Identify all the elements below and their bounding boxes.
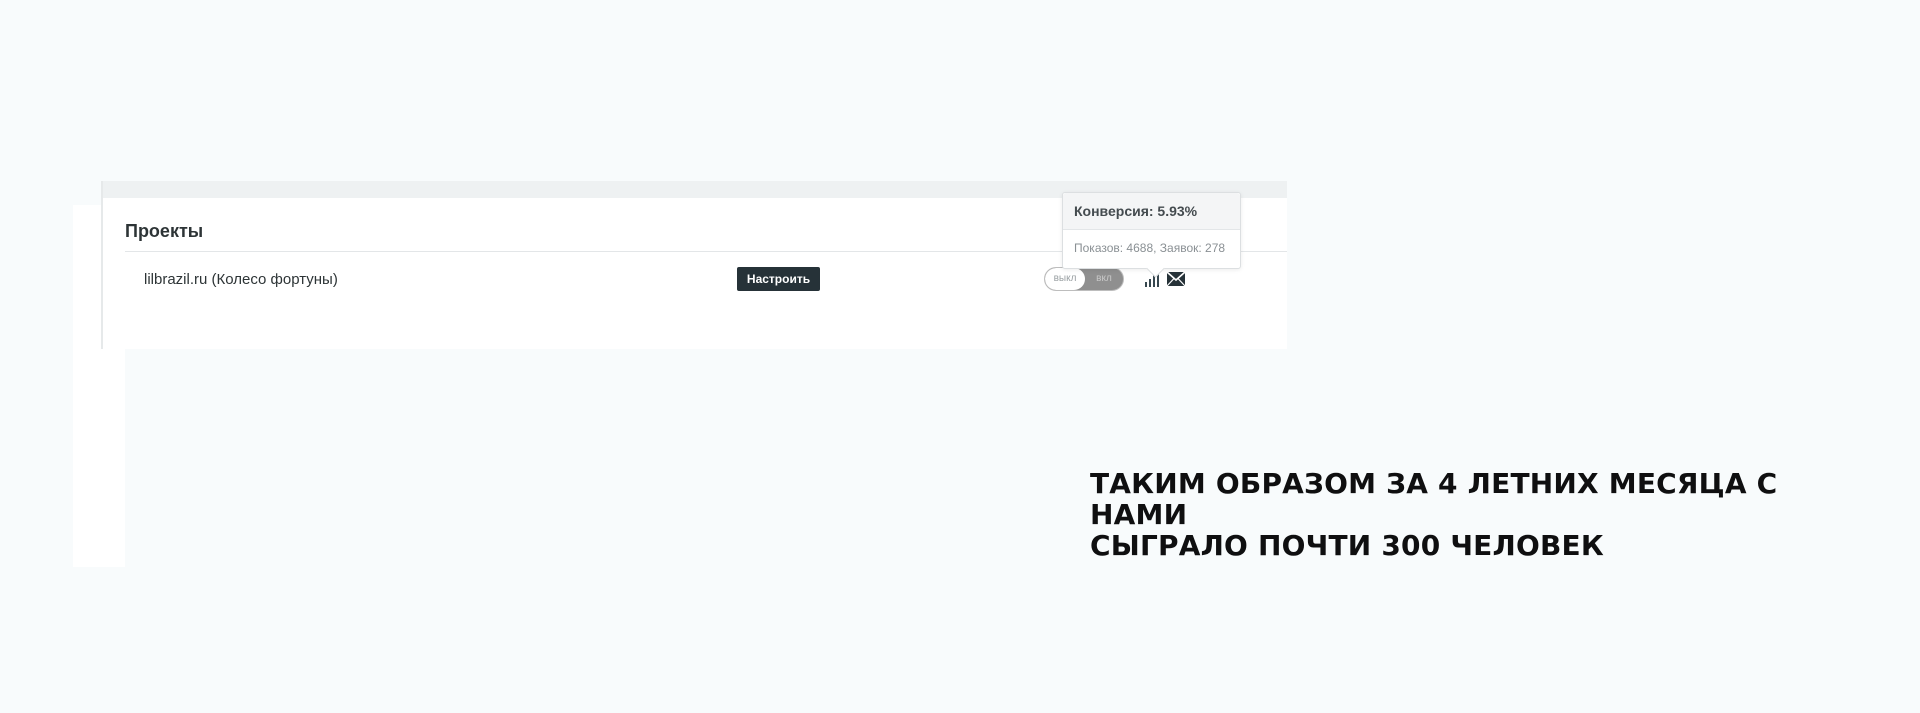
tooltip-body: Показов: 4688, Заявок: 278: [1074, 241, 1226, 255]
configure-button[interactable]: Настроить: [737, 267, 820, 291]
toggle-off-label: выкл: [1045, 268, 1085, 290]
project-name: lilbrazil.ru (Колесо фортуны): [144, 271, 338, 288]
tooltip-title: Конверсия: 5.93%: [1063, 193, 1240, 230]
caption-line-2: СЫГРАЛО ПОЧТИ 300 ЧЕЛОВЕК: [1090, 529, 1604, 562]
toggle-on-label: вкл: [1096, 273, 1112, 284]
caption-line-1: ТАКИМ ОБРАЗОМ ЗА 4 ЛЕТНИХ МЕСЯЦА С НАМИ: [1090, 467, 1778, 531]
caption-text: ТАКИМ ОБРАЗОМ ЗА 4 ЛЕТНИХ МЕСЯЦА С НАМИ …: [1090, 468, 1850, 561]
project-row: lilbrazil.ru (Колесо фортуны) Настроить …: [103, 267, 1287, 295]
panel-title: Проекты: [125, 221, 204, 241]
project-toggle[interactable]: выкл вкл: [1044, 267, 1124, 291]
conversion-tooltip: Конверсия: 5.93% Показов: 4688, Заявок: …: [1062, 192, 1241, 278]
envelope-icon[interactable]: [1166, 271, 1186, 287]
